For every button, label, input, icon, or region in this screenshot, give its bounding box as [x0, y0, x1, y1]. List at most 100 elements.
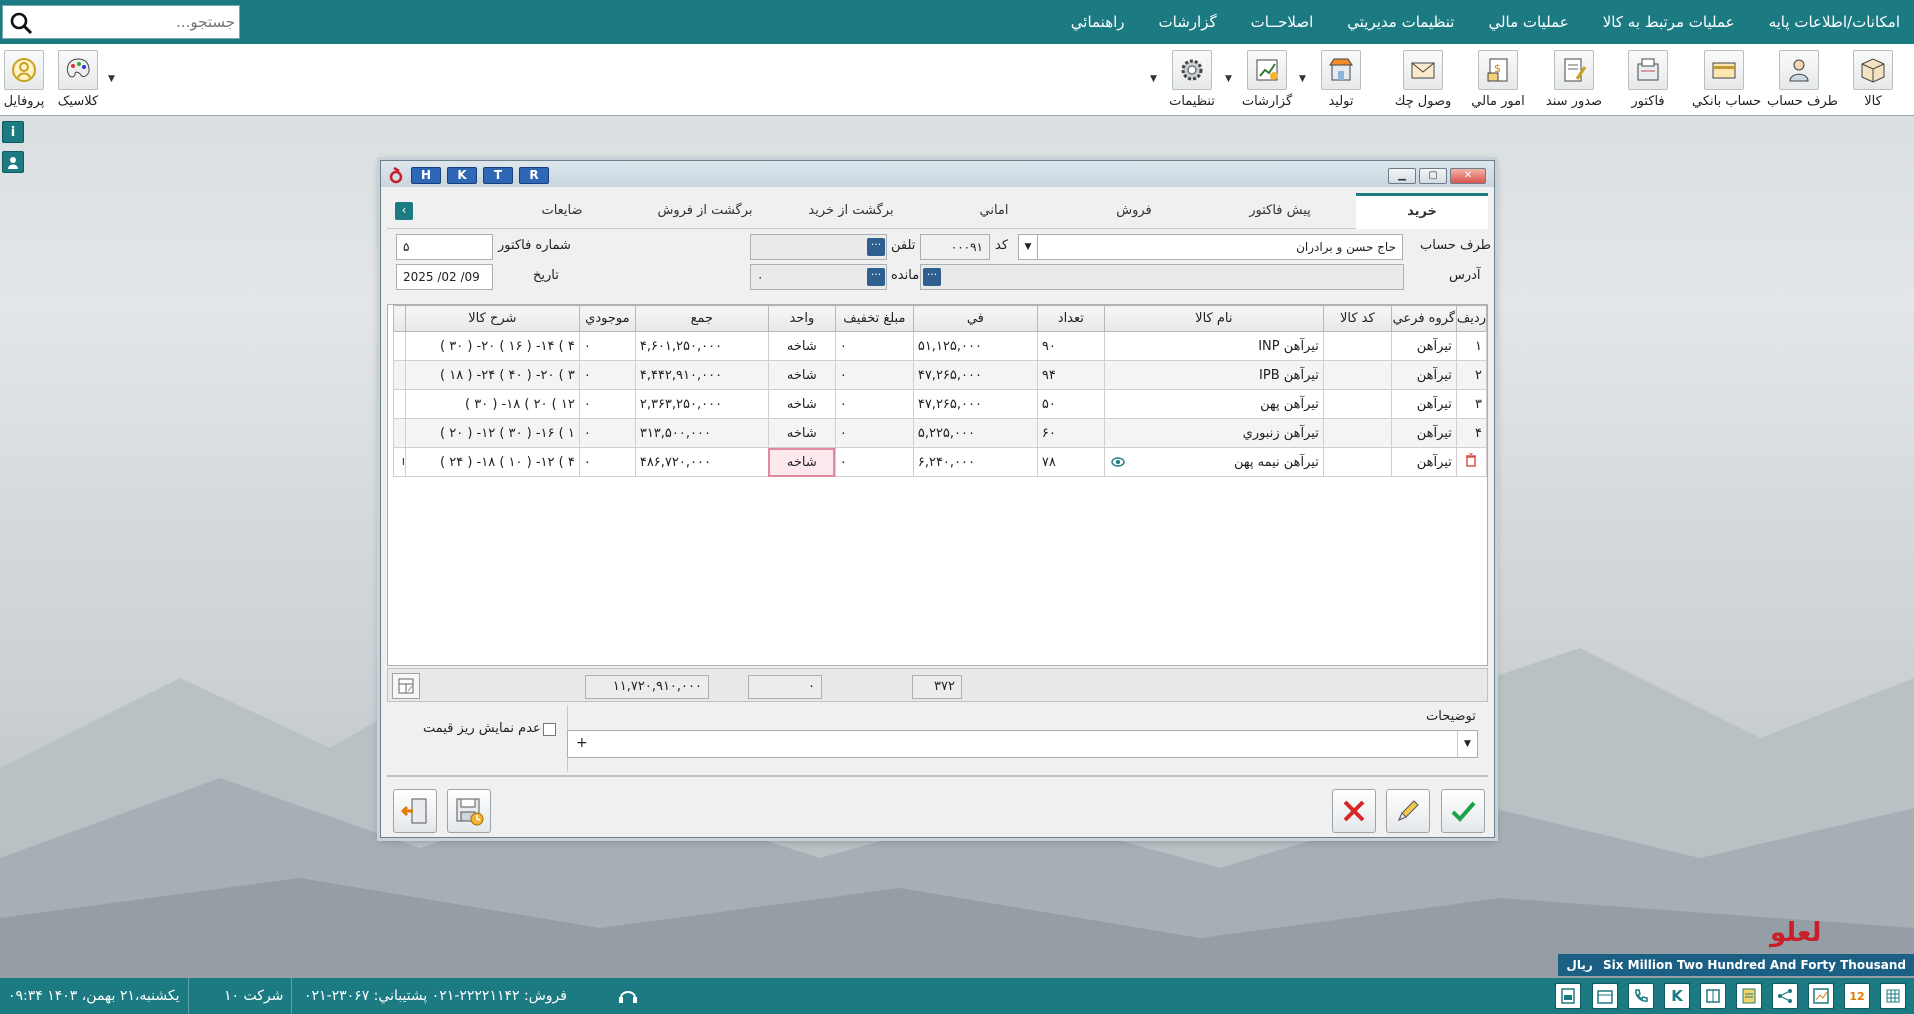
col-total[interactable]: جمع [634, 305, 769, 332]
toolbar-finance-button[interactable]: $ امور مالي [1466, 48, 1530, 112]
cell-description[interactable]: ۱ ) ۱۶- ( ۳۰ ) ۱۲- ( ۲۰ ) [404, 418, 580, 448]
save-draft-button[interactable] [447, 789, 491, 833]
code-field[interactable]: ۰۰۰۹۱ [920, 234, 990, 260]
cell-quantity[interactable]: ۹۴ [1036, 360, 1105, 390]
maximize-button[interactable]: ▢ [1419, 168, 1447, 184]
toolbar-settings-dropdown-icon[interactable]: ▼ [1150, 74, 1157, 84]
cell-quantity[interactable]: ۷۸ [1036, 447, 1105, 477]
notes-dropdown-icon[interactable]: ▼ [1457, 731, 1477, 757]
status-date-icon[interactable]: 12 [1844, 983, 1870, 1009]
user-card-icon[interactable] [2, 151, 24, 173]
delete-row-icon[interactable] [1455, 447, 1488, 477]
confirm-button[interactable] [1441, 789, 1485, 833]
col-unit[interactable]: واحد [767, 305, 836, 332]
cell-description[interactable]: ۴ ) ۱۲- ( ۱۰ ) ۱۸- ( ۲۴ ) [404, 447, 580, 477]
menu-corrections[interactable]: اصلاحــات [1251, 13, 1314, 31]
menu-help[interactable]: راهنمائي [1071, 13, 1125, 31]
search-input[interactable] [39, 6, 235, 38]
cell-discount[interactable]: ۰ [834, 331, 914, 361]
tab-purchase[interactable]: خريد [1356, 193, 1488, 229]
cell-discount[interactable]: ۰ [834, 418, 914, 448]
cell-quantity[interactable]: ۵۰ [1036, 389, 1105, 419]
tab-consignment[interactable]: اماني [924, 193, 1064, 229]
search-icon[interactable] [9, 11, 33, 35]
tab-scroll-button[interactable]: ‹ [395, 202, 413, 220]
toolbar-production-dropdown-icon[interactable]: ▼ [1299, 74, 1306, 84]
menu-goods-ops[interactable]: عمليات مرتبط به کالا [1603, 13, 1735, 31]
col-stock[interactable]: موجودي [578, 305, 636, 332]
balance-more-button[interactable]: ··· [867, 268, 885, 286]
cell-unit[interactable]: شاخه [767, 418, 836, 448]
cell-discount[interactable]: ۰ [834, 360, 914, 390]
col-unit-price[interactable]: في [912, 305, 1038, 332]
tab-purchase-return[interactable]: برگشت از خريد [778, 193, 924, 229]
eye-icon[interactable] [1111, 457, 1125, 467]
cell-subgroup[interactable]: تيرآهن [1390, 447, 1457, 477]
status-share-icon[interactable] [1772, 983, 1798, 1009]
party-dropdown-icon[interactable]: ▼ [1018, 234, 1038, 260]
hotkey-r-button[interactable]: R [519, 167, 549, 184]
cancel-button[interactable] [1332, 789, 1376, 833]
status-phone-icon[interactable] [1628, 983, 1654, 1009]
table-row[interactable]: تيرآهن تيرآهن نيمه پهن ۷۸ ۶,۲۴۰,۰۰۰ ۰ شا… [392, 447, 1488, 477]
cell-quantity[interactable]: ۶۰ [1036, 418, 1105, 448]
close-button[interactable]: ✕ [1450, 168, 1486, 184]
hotkey-t-button[interactable]: T [483, 167, 513, 184]
table-row[interactable]: ۳ تيرآهن تيرآهن پهن ۵۰ ۴۷,۲۶۵,۰۰۰ ۰ شاخه… [392, 389, 1488, 419]
status-sticky-note-icon[interactable] [1736, 983, 1762, 1009]
hotkey-k-button[interactable]: K [447, 167, 477, 184]
status-k-icon[interactable]: K [1664, 983, 1690, 1009]
toolbar-settings-button[interactable]: تنظيمات ▼ [1150, 48, 1224, 112]
tab-sale[interactable]: فروش [1064, 193, 1204, 229]
address-field[interactable] [920, 264, 1404, 290]
toolbar-profile-button[interactable]: پروفايل [0, 48, 56, 112]
cell-unit-price[interactable]: ۵,۲۲۵,۰۰۰ [912, 418, 1038, 448]
cell-item-code[interactable] [1322, 331, 1392, 361]
minimize-button[interactable]: ▁ [1388, 168, 1416, 184]
invoice-number-field[interactable]: ۵ [396, 234, 493, 260]
cell-item-name[interactable]: تيرآهن نيمه پهن [1103, 447, 1324, 477]
cell-unit[interactable]: شاخه [767, 389, 836, 419]
cell-item-name[interactable]: تيرآهن INP [1103, 331, 1324, 361]
menu-management-settings[interactable]: تنظيمات مديريتي [1347, 13, 1454, 31]
party-field[interactable]: حاج حسن و برادران [1036, 234, 1403, 260]
tab-sale-return[interactable]: برگشت از فروش [632, 193, 778, 229]
cell-description[interactable]: ۴ ) ۱۴- ( ۱۶ ) ۲۰- ( ۳۰ ) [404, 331, 580, 361]
tab-waste[interactable]: ضايعات [492, 193, 632, 229]
cell-item-code[interactable] [1322, 418, 1392, 448]
cell-item-name[interactable]: تيرآهن زنبوري [1103, 418, 1324, 448]
toolbar-production-button[interactable]: توليد ▼ [1299, 48, 1373, 112]
cell-description[interactable]: ۳ ) ۲۰- ( ۴۰ ) ۲۴- ( ۱۸ ) [404, 360, 580, 390]
table-row[interactable]: ۱ تيرآهن تيرآهن INP ۹۰ ۵۱,۱۲۵,۰۰۰ ۰ شاخه… [392, 331, 1488, 361]
cell-discount[interactable]: ۰ [834, 389, 914, 419]
cell-unit-price[interactable]: ۵۱,۱۲۵,۰۰۰ [912, 331, 1038, 361]
toolbar-voucher-button[interactable]: صدور سند [1542, 48, 1606, 112]
status-calendar-icon[interactable] [1592, 983, 1618, 1009]
phone-more-button[interactable]: ··· [867, 238, 885, 256]
menu-financial-ops[interactable]: عمليات مالي [1488, 13, 1568, 31]
cell-item-code[interactable] [1322, 447, 1392, 477]
cell-item-code[interactable] [1322, 389, 1392, 419]
toolbar-invoice-button[interactable]: فاکتور [1616, 48, 1680, 112]
hide-price-detail-checkbox[interactable] [543, 723, 556, 736]
cell-unit-selected[interactable]: شاخه [767, 447, 836, 477]
toolbar-cheque-button[interactable]: وصول چك [1391, 48, 1455, 112]
menu-reports[interactable]: گزارشات [1159, 13, 1217, 31]
toolbar-bank-button[interactable]: حساب بانکي [1692, 48, 1761, 112]
col-subgroup[interactable]: گروه فرعي [1390, 305, 1457, 332]
table-row[interactable]: ۴ تيرآهن تيرآهن زنبوري ۶۰ ۵,۲۲۵,۰۰۰ ۰ شا… [392, 418, 1488, 448]
toolbar-party-button[interactable]: طرف حساب [1767, 48, 1838, 112]
col-item-name[interactable]: نام کالا [1103, 305, 1324, 332]
cell-unit[interactable]: شاخه [767, 331, 836, 361]
cell-subgroup[interactable]: تيرآهن [1390, 389, 1457, 419]
status-notes-icon[interactable] [1555, 983, 1581, 1009]
cell-unit-price[interactable]: ۶,۲۴۰,۰۰۰ [912, 447, 1038, 477]
toolbar-reports-dropdown-icon[interactable]: ▼ [1225, 74, 1232, 84]
status-grid-icon[interactable] [1700, 983, 1726, 1009]
date-field[interactable]: 2025 /02 /09 [396, 264, 493, 290]
col-item-code[interactable]: کد کالا [1322, 305, 1392, 332]
col-quantity[interactable]: تعداد [1036, 305, 1105, 332]
cell-subgroup[interactable]: تيرآهن [1390, 418, 1457, 448]
table-row[interactable]: ۲ تيرآهن تيرآهن IPB ۹۴ ۴۷,۲۶۵,۰۰۰ ۰ شاخه… [392, 360, 1488, 390]
toolbar-goods-button[interactable]: کالا [1841, 48, 1905, 112]
